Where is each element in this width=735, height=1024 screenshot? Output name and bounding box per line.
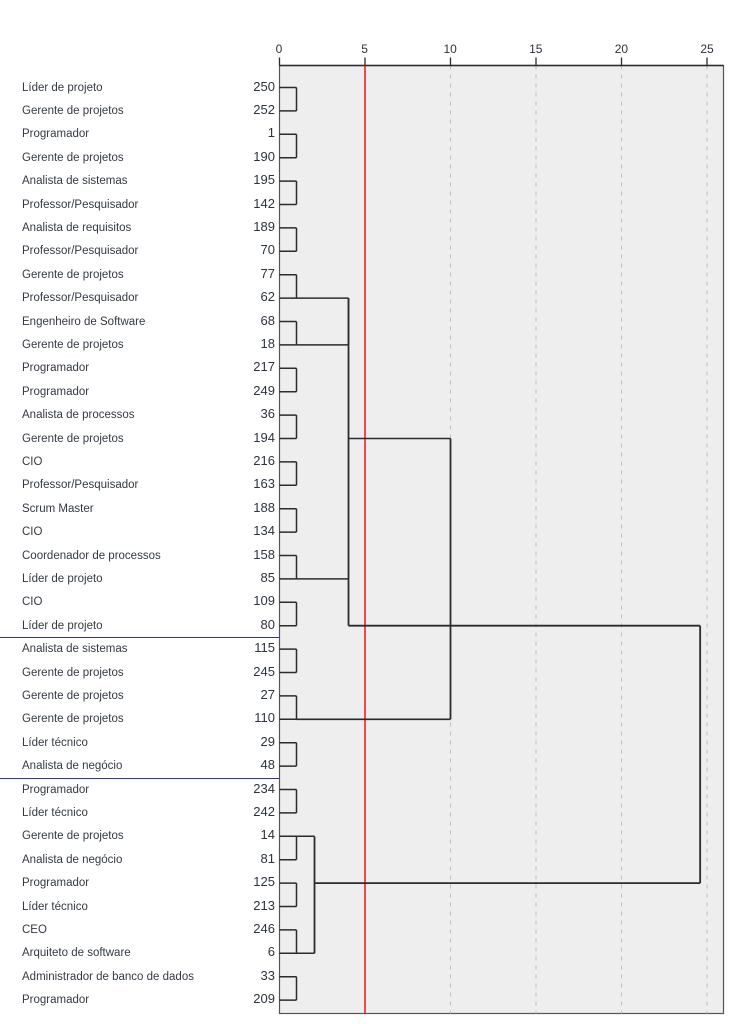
plot-area-background — [278, 64, 725, 1015]
dendrogram-plot — [278, 57, 725, 1015]
dendrogram-page: 0 5 10 15 20 25 Líder de projeto 250 Geren… — [0, 0, 735, 1024]
